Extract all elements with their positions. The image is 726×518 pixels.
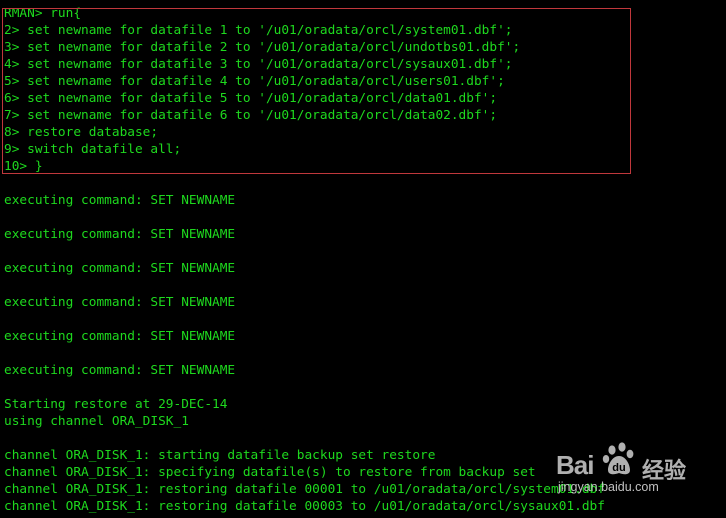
terminal-window[interactable]: RMAN> run{ 2> set newname for datafile 1… (0, 0, 726, 518)
terminal-line: executing command: SET NEWNAME (4, 329, 236, 344)
terminal-line: channel ORA_DISK_1: starting datafile ba… (4, 448, 436, 463)
terminal-line: executing command: SET NEWNAME (4, 193, 236, 208)
terminal-line: 4> set newname for datafile 3 to '/u01/o… (4, 57, 513, 72)
terminal-line: channel ORA_DISK_1: restoring datafile 0… (4, 482, 605, 497)
terminal-line: executing command: SET NEWNAME (4, 295, 236, 310)
terminal-line: using channel ORA_DISK_1 (4, 414, 189, 429)
terminal-line: 10> } (4, 159, 43, 174)
terminal-line: 9> switch datafile all; (4, 142, 182, 157)
terminal-line: channel ORA_DISK_1: restoring datafile 0… (4, 499, 605, 514)
terminal-line: 7> set newname for datafile 6 to '/u01/o… (4, 108, 498, 123)
terminal-line: RMAN> run{ (4, 6, 82, 21)
terminal-line: executing command: SET NEWNAME (4, 227, 236, 242)
watermark-brand: Bai (556, 450, 594, 480)
baidu-paw-icon: du (602, 442, 634, 475)
terminal-line: executing command: SET NEWNAME (4, 261, 236, 276)
terminal-line: Starting restore at 29-DEC-14 (4, 397, 228, 412)
terminal-line: 3> set newname for datafile 2 to '/u01/o… (4, 40, 521, 55)
terminal-line: 8> restore database; (4, 125, 159, 140)
terminal-line: 2> set newname for datafile 1 to '/u01/o… (4, 23, 513, 38)
svg-text:du: du (612, 462, 625, 474)
terminal-line: executing command: SET NEWNAME (4, 363, 236, 378)
terminal-line: 5> set newname for datafile 4 to '/u01/o… (4, 74, 505, 89)
watermark-cn-text: 经验 (642, 459, 687, 484)
terminal-line: 6> set newname for datafile 5 to '/u01/o… (4, 91, 498, 106)
terminal-line: channel ORA_DISK_1: specifying datafile(… (4, 465, 536, 480)
